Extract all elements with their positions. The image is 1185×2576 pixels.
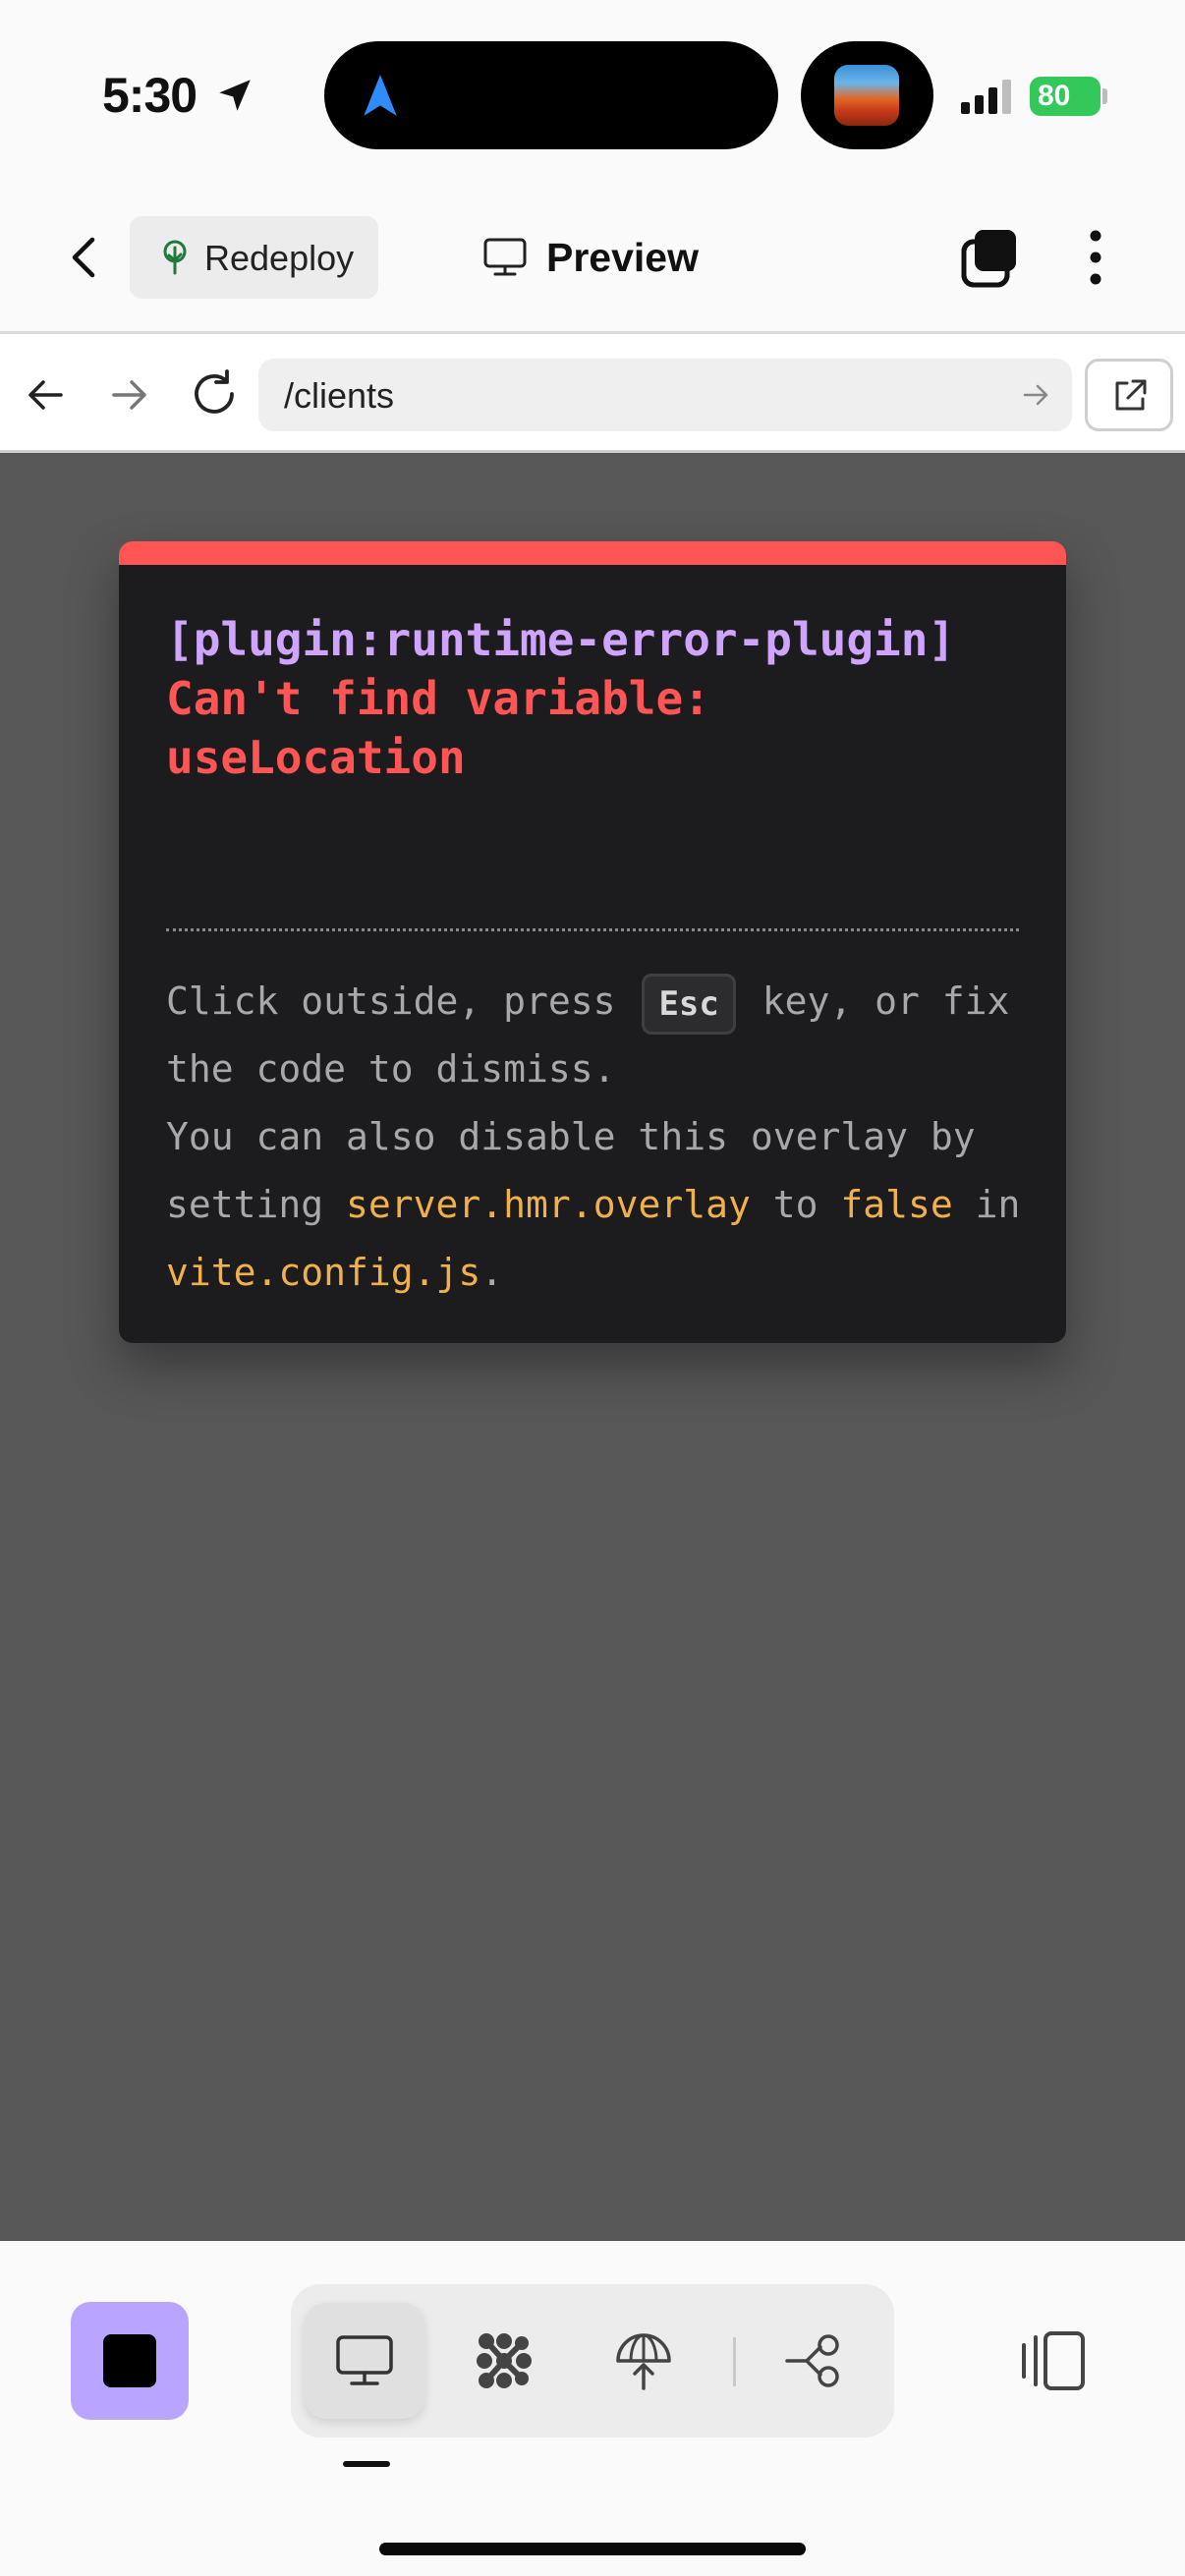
error-overlay: [plugin:runtime-error-plugin] Can't find… <box>119 541 1066 1343</box>
tool-group <box>291 2284 894 2437</box>
arrow-left-icon[interactable] <box>22 370 71 420</box>
file-code: vite.config.js <box>166 1251 481 1294</box>
error-text: Can't find variable: useLocation <box>166 672 710 784</box>
divider <box>166 928 1019 931</box>
nodes-icon <box>477 2333 532 2388</box>
tool-deploy[interactable] <box>584 2303 704 2419</box>
battery-cap <box>1102 88 1107 104</box>
cellular-signal-icon <box>961 80 1011 114</box>
redeploy-label: Redeploy <box>204 238 355 278</box>
open-external-button[interactable] <box>1085 359 1173 431</box>
live-activity <box>801 41 933 149</box>
arrow-right-icon[interactable] <box>104 370 153 420</box>
branch-icon <box>785 2334 839 2387</box>
stop-icon <box>103 2334 156 2387</box>
tabs-icon[interactable] <box>959 226 1022 289</box>
esc-key: Esc <box>642 973 736 1035</box>
stop-button[interactable] <box>71 2302 189 2420</box>
reload-icon[interactable] <box>187 366 242 421</box>
browser-address-bar: /clients <box>0 337 1185 453</box>
preview-title: Preview <box>483 228 699 287</box>
bottom-toolbar <box>0 2241 1185 2576</box>
error-plugin: [plugin:runtime-error-plugin] <box>166 613 956 666</box>
toolbar-separator <box>733 2337 736 2386</box>
value-code: false <box>840 1183 953 1226</box>
app-header: Redeploy Preview <box>0 187 1185 334</box>
preview-viewport[interactable]: [plugin:runtime-error-plugin] Can't find… <box>0 453 1185 2241</box>
dismiss-tip: Click outside, press Esc key, or fix the… <box>166 968 1031 1307</box>
app-thumbnail <box>834 65 899 126</box>
deploy-icon <box>616 2333 671 2390</box>
tip-text: to <box>750 1183 841 1226</box>
redeploy-button[interactable]: Redeploy <box>130 216 378 299</box>
vertical-dots-icon[interactable] <box>1081 226 1110 289</box>
preview-title-label: Preview <box>546 234 699 280</box>
location-arrow-icon <box>219 80 251 111</box>
battery-indicator: 80 <box>1030 77 1100 116</box>
url-input[interactable]: /clients <box>258 359 1072 431</box>
tool-nodes[interactable] <box>444 2303 564 2419</box>
tool-preview[interactable] <box>305 2303 424 2419</box>
url-text: /clients <box>284 375 395 416</box>
chevron-left-icon[interactable] <box>57 228 116 287</box>
setting-code: server.hmr.overlay <box>346 1183 751 1226</box>
external-link-icon <box>1115 379 1147 411</box>
home-indicator <box>379 2543 806 2555</box>
active-tab-indicator <box>343 2461 390 2467</box>
monitor-icon <box>336 2335 393 2385</box>
monitor-icon <box>483 238 527 276</box>
go-arrow-icon[interactable] <box>1019 378 1052 412</box>
tip-text: in <box>952 1183 1021 1226</box>
status-bar: 5:30 80 <box>0 0 1185 187</box>
panel-icon[interactable] <box>1016 2329 1087 2392</box>
status-time: 5:30 <box>102 68 198 123</box>
error-message: [plugin:runtime-error-plugin] Can't find… <box>166 610 1031 787</box>
tool-branch[interactable] <box>755 2303 875 2419</box>
navigation-arrow-icon <box>364 75 397 116</box>
tip-text: Click outside, press <box>166 980 639 1023</box>
tree-icon <box>163 240 187 275</box>
tip-text: . <box>480 1251 504 1294</box>
